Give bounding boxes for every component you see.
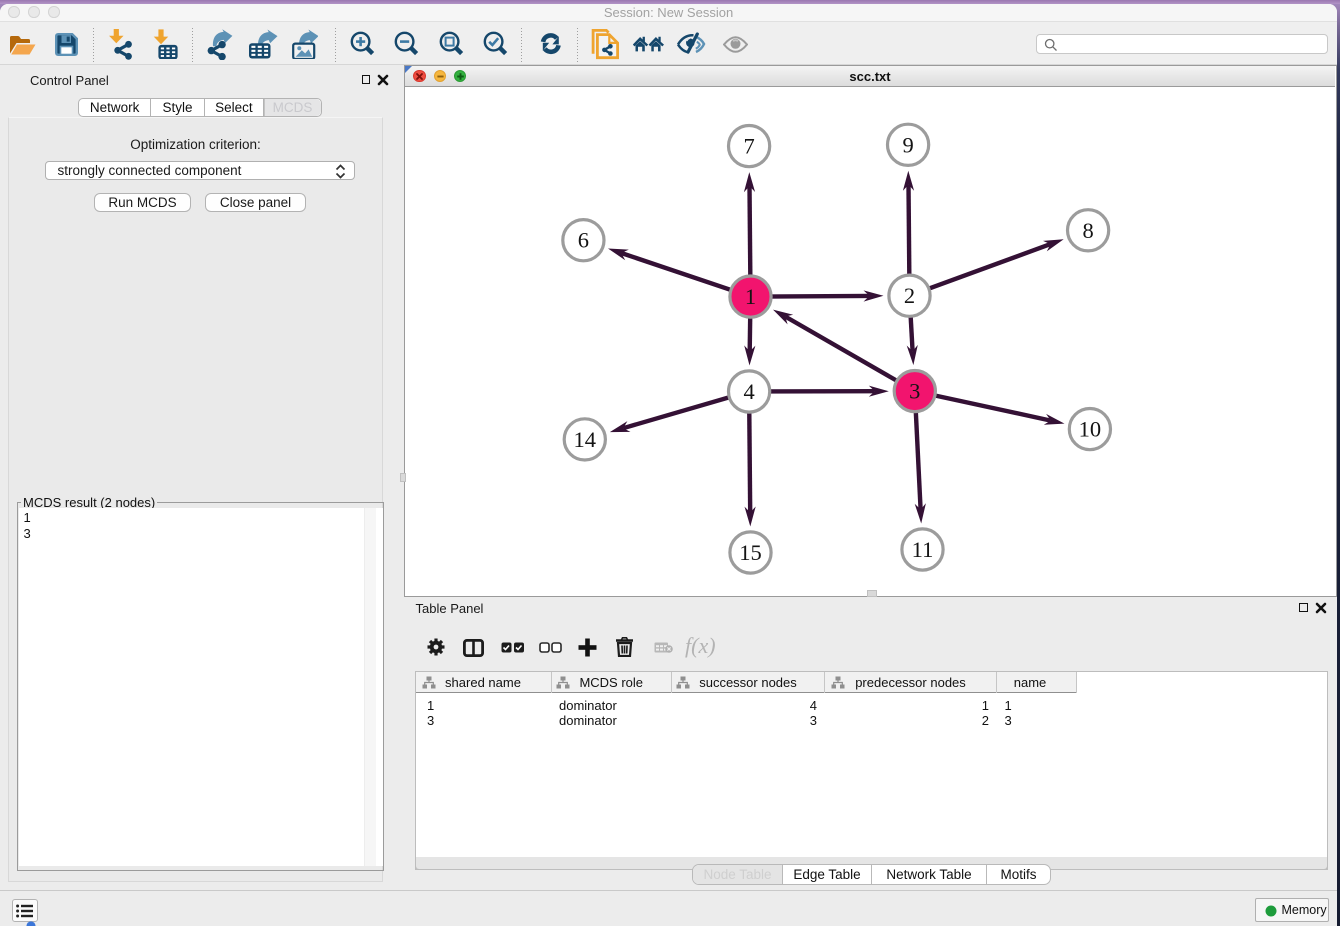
svg-text:11: 11 — [912, 537, 934, 562]
svg-text:1: 1 — [745, 284, 756, 309]
svg-text:7: 7 — [743, 134, 754, 159]
svg-text:9: 9 — [902, 132, 913, 157]
svg-text:8: 8 — [1082, 218, 1093, 243]
svg-text:15: 15 — [739, 540, 762, 565]
svg-text:14: 14 — [574, 427, 597, 452]
svg-text:6: 6 — [578, 228, 589, 253]
svg-text:4: 4 — [743, 379, 754, 404]
svg-text:2: 2 — [904, 283, 915, 308]
svg-text:10: 10 — [1079, 417, 1102, 442]
svg-text:3: 3 — [909, 379, 920, 404]
